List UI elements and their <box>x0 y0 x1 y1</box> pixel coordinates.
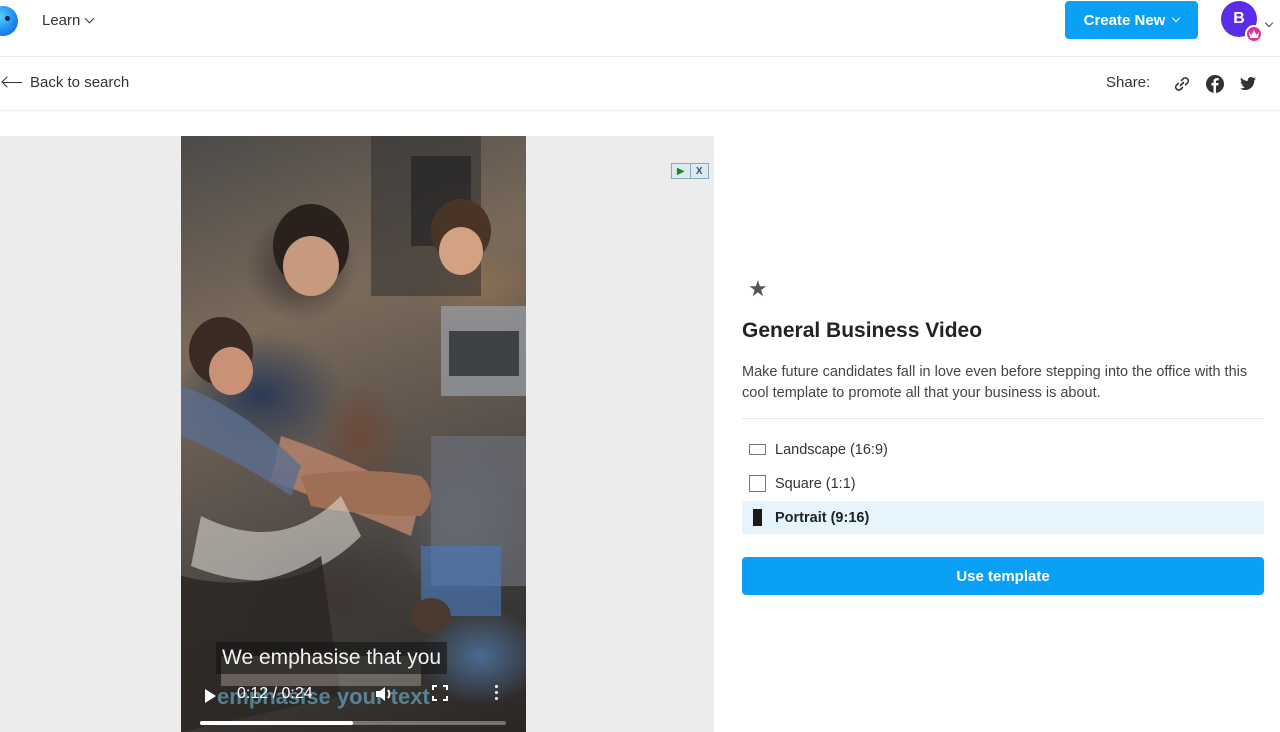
format-label: Square (1:1) <box>775 475 856 492</box>
video-progress-fill <box>200 721 353 725</box>
video-caption: We emphasise that you <box>216 642 448 674</box>
volume-icon[interactable] <box>374 684 396 704</box>
top-navbar: Learn Create New B <box>0 0 1280 57</box>
format-label: Portrait (9:16) <box>775 509 870 526</box>
favorite-star-icon[interactable]: ★ <box>748 276 768 302</box>
video-player[interactable]: We emphasise that you emphasise your tex… <box>181 136 526 732</box>
account-menu-toggle[interactable] <box>1264 13 1274 31</box>
square-shape-icon <box>749 475 766 492</box>
format-label: Landscape (16:9) <box>775 441 888 458</box>
learn-label: Learn <box>42 12 81 29</box>
chevron-down-icon <box>84 13 95 24</box>
portrait-shape-icon <box>753 509 762 526</box>
twitter-icon[interactable] <box>1238 74 1258 94</box>
facebook-icon[interactable] <box>1205 74 1225 94</box>
more-options-icon[interactable] <box>493 685 499 703</box>
play-icon[interactable] <box>205 689 216 703</box>
video-time: 0:12 / 0:24 <box>237 685 313 702</box>
ad-choices-badge[interactable]: ▶ X <box>671 163 709 179</box>
use-template-label: Use template <box>956 567 1050 585</box>
landscape-shape-icon <box>749 444 766 455</box>
link-icon[interactable] <box>1172 74 1192 94</box>
back-to-search-link[interactable]: Back to search <box>2 74 129 91</box>
app-logo[interactable] <box>0 6 18 36</box>
format-option-square[interactable]: Square (1:1) <box>742 467 1264 500</box>
create-new-button[interactable]: Create New <box>1065 1 1198 39</box>
ad-play-icon: ▶ <box>672 164 691 178</box>
sub-toolbar: Back to search Share: <box>0 57 1280 111</box>
template-title: General Business Video <box>742 319 983 342</box>
use-template-button[interactable]: Use template <box>742 557 1264 595</box>
ad-close-label: X <box>695 165 703 177</box>
arrow-left-icon <box>2 77 22 89</box>
crown-icon <box>1245 25 1263 43</box>
video-controls: 0:12 / 0:24 <box>181 676 526 732</box>
chevron-down-icon <box>1264 18 1274 28</box>
learn-menu[interactable]: Learn <box>42 12 95 29</box>
format-option-portrait[interactable]: Portrait (9:16) <box>742 501 1264 534</box>
fullscreen-icon[interactable] <box>432 685 448 701</box>
back-label: Back to search <box>30 74 130 91</box>
share-label: Share: <box>1106 74 1151 91</box>
divider <box>742 418 1264 419</box>
create-new-label: Create New <box>1083 11 1166 29</box>
avatar-initial: B <box>1233 10 1245 27</box>
chevron-down-icon <box>1172 13 1181 23</box>
video-progress-bar[interactable] <box>200 721 506 725</box>
template-description: Make future candidates fall in love even… <box>742 364 1248 401</box>
format-option-landscape[interactable]: Landscape (16:9) <box>742 433 1264 466</box>
